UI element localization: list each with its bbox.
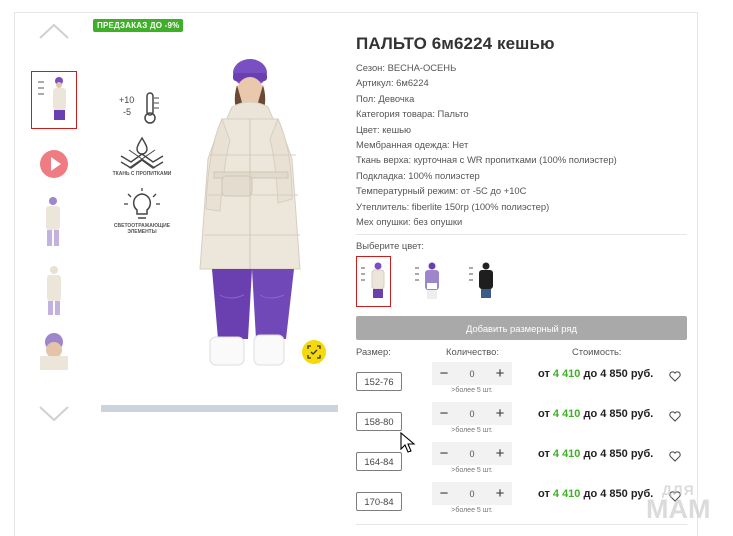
heart-icon[interactable] <box>669 451 681 462</box>
prop-outer-fabric: Ткань верха: курточная с WR пропитками (… <box>356 154 617 166</box>
divider <box>356 524 687 525</box>
qty-plus-button[interactable]: + <box>494 366 506 381</box>
size-label: 152-76 <box>356 372 402 391</box>
price-from: 4 410 <box>552 368 581 380</box>
gallery-down-arrow[interactable] <box>38 405 70 423</box>
thumb-coat-image <box>38 77 66 120</box>
qty-value[interactable]: 0 <box>469 449 474 459</box>
image-scrollbar[interactable] <box>101 405 338 412</box>
price-range: от 4 410 до 4 850 руб. <box>538 408 653 420</box>
price-suffix: до 4 850 руб. <box>580 488 654 500</box>
qty-value[interactable]: 0 <box>469 409 474 419</box>
price-prefix: от <box>538 408 553 420</box>
heart-icon[interactable] <box>669 411 681 422</box>
prop-gender: Пол: Девочка <box>356 92 415 104</box>
zoom-icon <box>307 345 321 359</box>
mouse-cursor-icon <box>400 432 416 453</box>
prop-lining: Подкладка: 100% полиэстер <box>356 169 480 181</box>
swatch-black-image <box>468 262 493 298</box>
gallery-thumb-4[interactable] <box>31 330 77 370</box>
price-range: от 4 410 до 4 850 руб. <box>538 488 653 500</box>
price-from: 4 410 <box>552 408 581 420</box>
price-suffix: до 4 850 руб. <box>580 408 654 420</box>
qty-plus-button[interactable]: + <box>494 446 506 461</box>
qty-note: >более 5 шт. <box>451 467 493 474</box>
quantity-stepper: − 0 + <box>432 482 512 505</box>
size-label: 158-80 <box>356 412 402 431</box>
divider <box>356 234 687 235</box>
quantity-stepper: − 0 + <box>432 362 512 385</box>
quantity-column-header: Количество: <box>446 346 499 357</box>
prop-temperature: Температурный режим: от -5С до +10С <box>356 185 527 197</box>
prop-membrane: Мембранная одежда: Нет <box>356 139 469 151</box>
chevron-down-icon <box>39 406 69 422</box>
swatch-cashew-image <box>360 262 384 298</box>
price-prefix: от <box>538 448 553 460</box>
product-title: ПАЛЬТО 6м6224 кешью <box>356 34 555 53</box>
preorder-badge: ПРЕДЗАКАЗ ДО -9% <box>93 19 184 32</box>
qty-minus-button[interactable]: − <box>438 406 450 421</box>
size-label: 170-84 <box>356 492 402 511</box>
prop-season: Сезон: ВЕСНА-ОСЕНЬ <box>356 62 457 73</box>
prop-color: Цвет: кешью <box>356 123 412 135</box>
product-properties: Сезон: ВЕСНА-ОСЕНЬ Артикул: 6м6224 Пол: … <box>356 60 617 229</box>
gallery-thumb-3[interactable] <box>31 264 77 322</box>
qty-value[interactable]: 0 <box>469 489 474 499</box>
prop-category: Категория товара: Пальто <box>356 108 469 120</box>
price-range: от 4 410 до 4 850 руб. <box>538 368 653 380</box>
qty-note: >более 5 шт. <box>451 427 493 434</box>
qty-note: >более 5 шт. <box>451 507 493 514</box>
heart-icon[interactable] <box>669 371 681 382</box>
gallery-thumb-1[interactable] <box>31 71 77 129</box>
prop-article: Артикул: 6м6224 <box>356 77 429 89</box>
video-play-icon[interactable] <box>40 150 68 178</box>
qty-value[interactable]: 0 <box>469 369 474 379</box>
watermark-bottom: МАМ <box>646 493 711 524</box>
thumb-closeup-image <box>40 333 68 370</box>
product-main-image[interactable] <box>100 55 340 385</box>
price-prefix: от <box>538 488 553 500</box>
color-label: Выберите цвет: <box>356 240 424 251</box>
add-size-range-button[interactable]: Добавить размерный ряд <box>356 316 687 340</box>
quantity-stepper: − 0 + <box>432 402 512 425</box>
price-range: от 4 410 до 4 850 руб. <box>538 448 653 460</box>
zoom-button[interactable] <box>302 340 326 364</box>
prop-fur: Мех опушки: без опушки <box>356 216 463 228</box>
price-from: 4 410 <box>552 448 581 460</box>
gallery-up-arrow[interactable] <box>38 22 70 40</box>
color-swatch-cashew[interactable] <box>356 256 391 307</box>
qty-minus-button[interactable]: − <box>438 486 450 501</box>
qty-minus-button[interactable]: − <box>438 366 450 381</box>
qty-plus-button[interactable]: + <box>494 406 506 421</box>
qty-minus-button[interactable]: − <box>438 446 450 461</box>
size-row: 170-84 − 0 + >более 5 шт. от 4 410 до 4 … <box>356 482 687 522</box>
quantity-stepper: − 0 + <box>432 442 512 465</box>
watermark-logo: ДЛЯ МАМ <box>646 483 711 524</box>
price-prefix: от <box>538 368 553 380</box>
qty-plus-button[interactable]: + <box>494 486 506 501</box>
size-label: 164-84 <box>356 452 402 471</box>
price-from: 4 410 <box>552 488 581 500</box>
price-suffix: до 4 850 руб. <box>580 448 654 460</box>
thumb-coat-side-image <box>47 266 61 315</box>
thumb-coat-front-image <box>46 197 60 246</box>
size-row: 152-76 − 0 + >более 5 шт. от 4 410 до 4 … <box>356 362 687 402</box>
price-suffix: до 4 850 руб. <box>580 368 654 380</box>
prop-insulation: Утеплитель: fiberlite 150гр (100% полиэс… <box>356 200 550 212</box>
swatch-lavender-image <box>414 262 439 299</box>
chevron-up-icon <box>39 23 69 39</box>
color-swatch-lavender[interactable] <box>410 256 445 307</box>
size-column-header: Размер: <box>356 346 391 357</box>
gallery-thumb-2[interactable] <box>31 195 77 253</box>
price-column-header: Стоимость: <box>572 346 622 357</box>
color-swatch-black[interactable] <box>464 256 499 307</box>
qty-note: >более 5 шт. <box>451 387 493 394</box>
